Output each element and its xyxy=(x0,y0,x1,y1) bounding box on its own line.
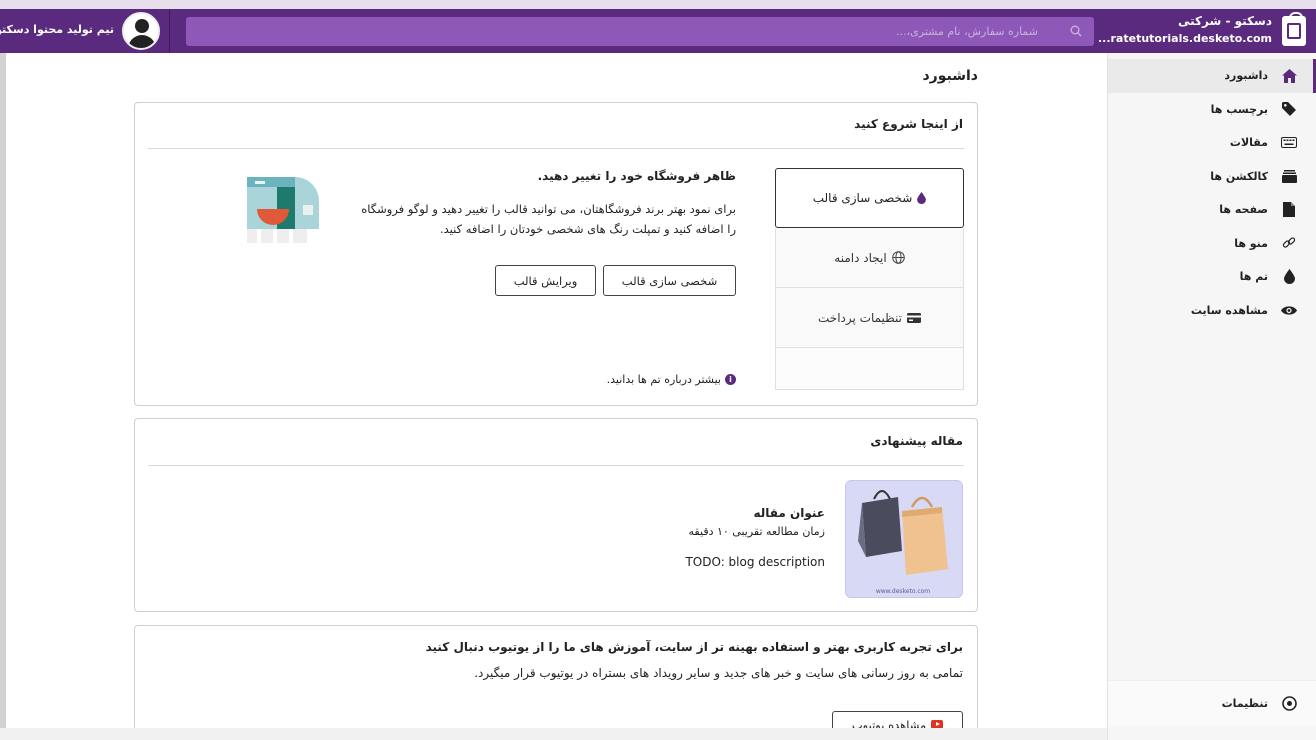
article-reading-time: زمان مطالعه تقریبی ۱۰ دقیقه xyxy=(688,525,825,538)
user-name[interactable]: تیم تولید محتوا دسکتو xyxy=(0,23,114,36)
setup-tabs: شخصی سازی قالب ایجاد دامنه تنظیمات پرداخ… xyxy=(775,168,964,390)
brand-name: دسکتو - شرکتی xyxy=(1178,14,1272,28)
search-bar[interactable] xyxy=(186,17,1094,46)
settings-icon xyxy=(1280,695,1298,713)
tab-create-domain[interactable]: ایجاد دامنه xyxy=(775,228,964,288)
tab-label: ایجاد دامنه xyxy=(834,250,887,265)
sidebar-item-settings[interactable]: تنظیمات xyxy=(1108,680,1316,726)
brand[interactable]: دسکتو - شرکتی ...ratetutorials.desketo.c… xyxy=(1098,9,1316,53)
page-icon xyxy=(1280,201,1298,219)
article-image[interactable]: www.desketo.com xyxy=(845,480,963,598)
tab-label: شخصی سازی قالب xyxy=(812,191,913,205)
youtube-card-description: تمامی به روز رسانی های سایت و خبر های جد… xyxy=(474,666,963,680)
sidebar-settings-label: تنظیمات xyxy=(1221,697,1268,710)
search-icon xyxy=(1070,25,1082,37)
youtube-card: برای تجربه کاربری بهتر و استفاده بهینه ت… xyxy=(134,625,978,740)
info-icon: i xyxy=(725,374,736,385)
sidebar-item-articles[interactable]: مقالات xyxy=(1108,126,1316,160)
sidebar-item-label: صفحه ها xyxy=(1219,203,1268,217)
tab-customize-theme[interactable]: شخصی سازی قالب xyxy=(775,168,964,228)
avatar[interactable] xyxy=(122,12,160,50)
feature-title: ظاهر فروشگاه خود را تغییر دهید. xyxy=(537,169,736,183)
shopping-bags-illustration: www.desketo.com xyxy=(858,490,948,595)
start-here-card: از اینجا شروع کنید شخصی سازی قالب ایجاد … xyxy=(134,102,978,406)
brand-url[interactable]: ...ratetutorials.desketo.com xyxy=(1098,32,1272,45)
sidebar-item-dashboard[interactable]: داشبورد xyxy=(1108,59,1316,93)
sidebar-item-collections[interactable]: کالکشن ها xyxy=(1108,160,1316,194)
article-card-title: مقاله پیشنهادی xyxy=(870,434,963,448)
tab-label: تنظیمات پرداخت xyxy=(818,310,902,325)
search-input[interactable] xyxy=(186,17,1046,46)
sidebar-item-label: مشاهده سایت xyxy=(1190,303,1268,317)
eye-icon xyxy=(1280,301,1298,319)
left-gutter xyxy=(0,53,6,740)
learn-more-label: بیشتر درباره تم ها بدانید. xyxy=(606,373,721,386)
home-icon xyxy=(1280,67,1298,85)
tab-payment-settings[interactable]: تنظیمات پرداخت xyxy=(775,288,964,348)
page-title: داشبورد xyxy=(922,68,979,84)
sidebar: داشبورد برچسب ها مقالات کالکشن ها صفحه ه… xyxy=(1107,53,1316,740)
youtube-card-title: برای تجربه کاربری بهتر و استفاده بهینه ت… xyxy=(425,640,963,654)
theme-illustration xyxy=(247,177,319,243)
edit-theme-button[interactable]: ویرایش قالب xyxy=(495,265,596,296)
sidebar-item-pages[interactable]: صفحه ها xyxy=(1108,193,1316,227)
article-description: TODO: blog description xyxy=(685,555,825,569)
feature-description: برای نمود بهتر برند فروشگاهتان، می توانی… xyxy=(361,202,736,237)
drop-icon xyxy=(917,192,927,204)
link-icon xyxy=(1280,234,1298,252)
card-icon xyxy=(907,312,921,323)
sidebar-item-label: منو ها xyxy=(1234,236,1268,250)
sidebar-item-label: برچسب ها xyxy=(1210,102,1268,116)
sidebar-item-label: مقالات xyxy=(1229,136,1268,150)
collection-icon xyxy=(1280,167,1298,185)
globe-icon xyxy=(891,251,905,264)
sidebar-item-label: تم ها xyxy=(1239,270,1268,284)
sidebar-item-view-site[interactable]: مشاهده سایت xyxy=(1108,294,1316,328)
bottom-strip xyxy=(0,728,1107,740)
suggested-article-card: مقاله پیشنهادی www.desketo.com عنوان مقا… xyxy=(134,418,978,612)
sidebar-item-menus[interactable]: منو ها xyxy=(1108,227,1316,261)
learn-more-link[interactable]: i بیشتر درباره تم ها بدانید. xyxy=(607,373,736,386)
tag-icon xyxy=(1280,100,1298,118)
divider xyxy=(148,465,964,466)
user-menu[interactable]: تیم تولید محتوا دسکتو xyxy=(0,9,170,53)
customize-theme-button[interactable]: شخصی سازی قالب xyxy=(603,265,736,296)
sidebar-item-label: داشبورد xyxy=(1224,69,1268,83)
start-card-title: از اینجا شروع کنید xyxy=(854,117,963,131)
drop-icon xyxy=(1280,268,1298,286)
keyboard-icon xyxy=(1280,134,1298,152)
tab-spacer xyxy=(775,348,964,390)
shopping-bag-logo-icon xyxy=(1282,12,1306,46)
sidebar-item-label: کالکشن ها xyxy=(1210,169,1268,183)
sidebar-item-tags[interactable]: برچسب ها xyxy=(1108,93,1316,127)
sidebar-item-themes[interactable]: تم ها xyxy=(1108,260,1316,294)
divider xyxy=(148,148,964,149)
window-top-strip xyxy=(0,0,1316,9)
article-title[interactable]: عنوان مقاله xyxy=(753,506,825,520)
image-watermark: www.desketo.com xyxy=(876,588,930,595)
top-header: دسکتو - شرکتی ...ratetutorials.desketo.c… xyxy=(0,9,1316,53)
